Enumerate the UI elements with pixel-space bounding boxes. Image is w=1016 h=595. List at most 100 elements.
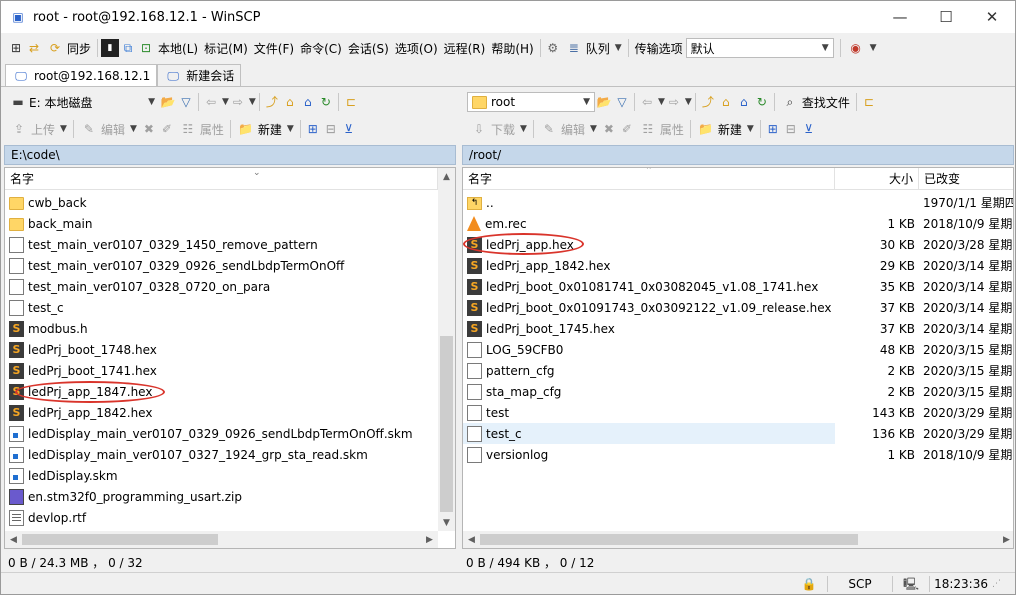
scroll-left-icon[interactable]: ◀	[5, 531, 22, 548]
remote-properties-button[interactable]: ☷ 属性	[636, 118, 687, 140]
remote-scroll-left-icon[interactable]: ◀	[463, 531, 480, 548]
remote-col-size[interactable]: 大小	[835, 168, 919, 190]
remote-file-row[interactable]: pattern_cfg 2 KB 2020/3/15 星期日	[463, 360, 1013, 381]
open-remote-folder-icon[interactable]: 📂	[595, 93, 613, 111]
local-file-row[interactable]: Smodbus.h	[5, 318, 438, 339]
root-dir-icon[interactable]: ⌂	[281, 93, 299, 111]
select-plus-icon[interactable]: ⊞	[304, 120, 322, 138]
compare-icon[interactable]: ⇄	[25, 39, 43, 57]
remote-scroll-right-icon[interactable]: ▶	[998, 531, 1013, 548]
local-file-row[interactable]: test_main_ver0107_0329_1450_remove_patte…	[5, 234, 438, 255]
remote-hscroll[interactable]: ◀ ▶	[463, 531, 1013, 548]
find-files-button[interactable]: ⌕ 查找文件	[778, 91, 853, 113]
properties-button[interactable]: ☷ 属性	[176, 118, 227, 140]
local-file-row[interactable]: SledPrj_boot_1741.hex	[5, 360, 438, 381]
local-file-row[interactable]: test_c	[5, 297, 438, 318]
download-button[interactable]: ⇩ 下载 ▼	[467, 118, 530, 140]
gear-icon[interactable]: ⚙	[544, 39, 562, 57]
menu-commands[interactable]: 命令(C)	[297, 37, 345, 59]
local-file-row[interactable]: back_main	[5, 213, 438, 234]
remote-edit-button[interactable]: ✎ 编辑 ▼	[537, 118, 600, 140]
remote-dir-select[interactable]: root ▼	[467, 92, 595, 112]
remote-file-row[interactable]: SledPrj_boot_1745.hex 37 KB 2020/3/14 星期六	[463, 318, 1013, 339]
remote-select-minus-icon[interactable]: ⊟	[782, 120, 800, 138]
remote-file-row[interactable]: sta_map_cfg 2 KB 2020/3/15 星期日	[463, 381, 1013, 402]
remote-root-dir-icon[interactable]: ⌂	[717, 93, 735, 111]
local-file-row[interactable]: test_main_ver0107_0329_0926_sendLbdpTerm…	[5, 255, 438, 276]
tree-icon[interactable]: ⊏	[342, 93, 360, 111]
back-icon[interactable]: ⇦	[202, 93, 220, 111]
remote-file-row[interactable]: test 143 KB 2020/3/29 星期日	[463, 402, 1013, 423]
remote-tree-icon[interactable]: ⊏	[860, 93, 878, 111]
scroll-up-icon[interactable]: ▲	[438, 168, 455, 185]
local-col-name[interactable]: 名字 ⌄	[5, 168, 438, 190]
sync-button[interactable]: ⟳ 同步	[43, 37, 94, 59]
local-file-row[interactable]: ledDisplay.skm	[5, 465, 438, 486]
upload-button[interactable]: ⇪ 上传 ▼	[7, 118, 70, 140]
add-icon[interactable]: ⊞	[7, 39, 25, 57]
remote-file-row[interactable]: SledPrj_app_1842.hex 29 KB 2020/3/14 星期六	[463, 255, 1013, 276]
menu-files[interactable]: 文件(F)	[251, 37, 297, 59]
connect-button[interactable]: ◉ ▼	[844, 37, 880, 59]
menu-help[interactable]: 帮助(H)	[488, 37, 536, 59]
remote-filter-icon[interactable]: ▽	[613, 93, 631, 111]
home-icon[interactable]: ⌂	[299, 93, 317, 111]
refresh-icon[interactable]: ↻	[317, 93, 335, 111]
local-file-row[interactable]: en.stm32f0_programming_usart.zip	[5, 486, 438, 507]
menu-remote[interactable]: 远程(R)	[441, 37, 489, 59]
filter-icon[interactable]: ▽	[177, 93, 195, 111]
remote-file-row[interactable]: SledPrj_boot_0x01081741_0x03082045_v1.08…	[463, 276, 1013, 297]
tab-new-session[interactable]: 🖵 新建会话	[157, 64, 242, 86]
close-button[interactable]: ✕	[969, 1, 1015, 33]
remote-file-row[interactable]: em.rec 1 KB 2018/10/9 星期二	[463, 213, 1013, 234]
local-file-row[interactable]: ledDisplay_main_ver0107_0329_0926_sendLb…	[5, 423, 438, 444]
local-file-row[interactable]: test_main_ver0107_0328_0720_on_para	[5, 276, 438, 297]
maximize-button[interactable]: ☐	[923, 1, 969, 33]
parent-dir-icon[interactable]: ⤴	[263, 93, 281, 111]
remote-new-button[interactable]: 📁 新建 ▼	[694, 118, 757, 140]
remote-file-row[interactable]: SledPrj_boot_0x01091743_0x03092122_v1.09…	[463, 297, 1013, 318]
remote-file-row[interactable]: versionlog 1 KB 2018/10/9 星期二	[463, 444, 1013, 465]
remote-home-icon[interactable]: ⌂	[735, 93, 753, 111]
queue-button[interactable]: ≣ 队列 ▼	[562, 37, 625, 59]
putty-icon[interactable]: ⧉	[119, 39, 137, 57]
remote-refresh-icon[interactable]: ↻	[753, 93, 771, 111]
remote-file-row[interactable]: ↰.. 1970/1/1 星期四	[463, 192, 1013, 213]
forward-icon[interactable]: ⇨	[229, 93, 247, 111]
remote-col-name[interactable]: 名字 ⌃	[463, 168, 835, 190]
remote-hscroll-thumb[interactable]	[480, 534, 858, 545]
menu-mark[interactable]: 标记(M)	[201, 37, 251, 59]
remote-forward-icon[interactable]: ⇨	[665, 93, 683, 111]
local-file-row[interactable]: ledDisplay_main_ver0107_0327_1924_grp_st…	[5, 444, 438, 465]
local-vscroll-thumb[interactable]	[440, 336, 453, 512]
local-file-row[interactable]: SledPrj_boot_1748.hex	[5, 339, 438, 360]
scroll-right-icon[interactable]: ▶	[421, 531, 438, 548]
remote-file-row[interactable]: LOG_59CFB0 48 KB 2020/3/15 星期日	[463, 339, 1013, 360]
new-button[interactable]: 📁 新建 ▼	[234, 118, 297, 140]
remote-back-icon[interactable]: ⇦	[638, 93, 656, 111]
remote-select-plus-icon[interactable]: ⊞	[764, 120, 782, 138]
edit-button[interactable]: ✎ 编辑 ▼	[77, 118, 140, 140]
open-folder-icon[interactable]: 📂	[159, 93, 177, 111]
select-minus-icon[interactable]: ⊟	[322, 120, 340, 138]
local-hscroll[interactable]: ◀ ▶	[5, 531, 438, 548]
rename-icon[interactable]: ✐	[158, 120, 176, 138]
remote-rename-icon[interactable]: ✐	[618, 120, 636, 138]
filter-select-icon[interactable]: ⊻	[340, 120, 358, 138]
scroll-down-icon[interactable]: ▼	[438, 514, 455, 531]
menu-local[interactable]: 本地(L)	[155, 37, 201, 59]
tab-session[interactable]: 🖵 root@192.168.12.1	[5, 64, 158, 86]
local-vscroll[interactable]: ▲ ▼	[438, 168, 455, 531]
resize-grip-icon[interactable]: ⋰	[992, 579, 1004, 589]
delete-icon[interactable]: ✖	[140, 120, 158, 138]
transfer-options-select[interactable]: 默认 ▼	[685, 38, 834, 58]
minimize-button[interactable]: —	[877, 1, 923, 33]
preferences-icon[interactable]: ⊡	[137, 39, 155, 57]
remote-filter-select-icon[interactable]: ⊻	[800, 120, 818, 138]
local-file-row[interactable]: cwb_back	[5, 192, 438, 213]
drive-select[interactable]: ▬ E: 本地磁盘 ▼	[7, 92, 159, 112]
menu-session[interactable]: 会话(S)	[345, 37, 392, 59]
remote-col-changed[interactable]: 已改变	[919, 168, 1013, 190]
local-file-row[interactable]: devlop.rtf	[5, 507, 438, 528]
remote-delete-icon[interactable]: ✖	[600, 120, 618, 138]
